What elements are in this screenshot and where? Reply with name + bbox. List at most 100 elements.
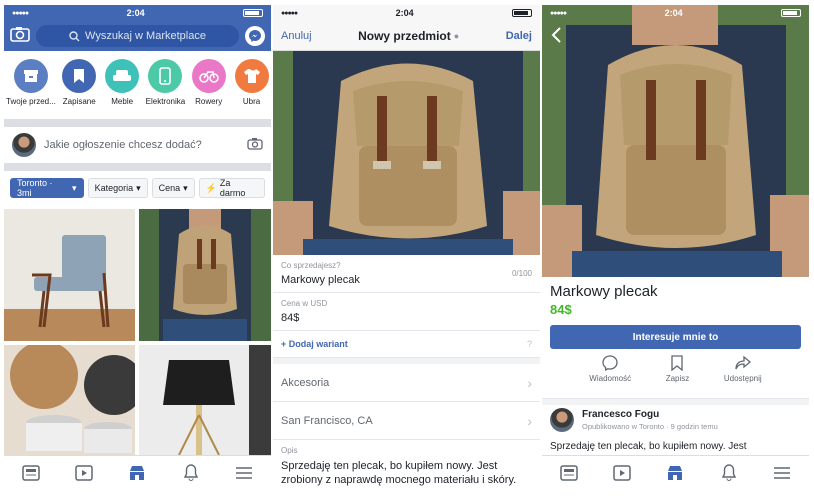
- listing-tile-chair[interactable]: [4, 209, 135, 341]
- item-detail-screen: ●●●●● 2:04 Markowy plecak 84$ Interesuje…: [542, 5, 809, 489]
- notifications-icon[interactable]: [717, 461, 741, 485]
- location-filter[interactable]: Toronto · 3mi ▾: [10, 178, 84, 198]
- signal-indicator: ●●●●●: [550, 9, 567, 17]
- description-field[interactable]: Opis Sprzedaję ten plecak, bo kupiłem no…: [273, 440, 540, 489]
- news-feed-icon[interactable]: [19, 461, 43, 485]
- chevron-right-icon: ›: [527, 412, 532, 429]
- messenger-icon[interactable]: [245, 26, 265, 46]
- compose-prompt: Jakie ogłoszenie chcesz dodać?: [44, 139, 202, 151]
- help-icon[interactable]: ?: [527, 339, 532, 349]
- listing-tile-lamp[interactable]: [139, 345, 271, 455]
- seller-meta: Opublikowano w Toronto · 9 godzin temu: [582, 422, 718, 431]
- marketplace-icon[interactable]: [663, 461, 687, 485]
- listing-tile-backpack[interactable]: [139, 209, 271, 341]
- filter-bar: Toronto · 3mi ▾ Kategoria ▾ Cena ▾ ⚡ Za darm…: [4, 171, 271, 205]
- char-counter: 0/100: [511, 269, 532, 278]
- search-icon: [69, 30, 80, 41]
- interested-button[interactable]: Interesuje mnie to: [550, 325, 801, 349]
- chair-image: [4, 209, 135, 341]
- category-item[interactable]: Ubra: [232, 59, 271, 119]
- location-row[interactable]: San Francisco, CA ›: [273, 402, 540, 440]
- compose-bar[interactable]: Jakie ogłoszenie chcesz dodać?: [4, 127, 271, 163]
- clock: 2:04: [395, 8, 414, 18]
- bookmark-icon: [671, 355, 684, 371]
- camera-icon[interactable]: [10, 26, 30, 47]
- category-label: Twoje przed...: [6, 97, 56, 106]
- category-label: Meble: [111, 97, 134, 106]
- price-field[interactable]: Cena w USD 84$: [273, 293, 540, 331]
- category-item[interactable]: Zapisane: [60, 59, 99, 119]
- cancel-button[interactable]: Anuluj: [281, 30, 312, 42]
- bike-icon: [191, 59, 226, 93]
- category-strip: Twoje przed... Zapisane Meble Elektronik…: [4, 51, 271, 119]
- item-photo[interactable]: ●●●●● 2:04: [542, 5, 809, 277]
- location-value: San Francisco, CA: [281, 414, 373, 427]
- battery-icon: [512, 9, 532, 17]
- divider: [542, 399, 809, 405]
- camera-icon[interactable]: [247, 137, 263, 153]
- category-item[interactable]: Elektronika: [145, 59, 186, 119]
- location-filter-label: Toronto · 3mi: [17, 178, 53, 198]
- item-description: Sprzedaję ten plecak, bo kupiłem nowy. J…: [550, 441, 747, 452]
- description-value: Sprzedaję ten plecak, bo kupiłem nowy. J…: [281, 460, 517, 486]
- listing-tile-pots[interactable]: [4, 345, 135, 455]
- category-item[interactable]: Twoje przed...: [6, 59, 56, 119]
- item-photo[interactable]: [273, 51, 540, 255]
- chevron-down-icon: ▾: [136, 182, 141, 193]
- category-item[interactable]: Meble: [103, 59, 142, 119]
- category-value: Akcesoria: [281, 376, 330, 389]
- video-icon[interactable]: [72, 461, 96, 485]
- new-item-screen: ●●●●● 2:04 Anuluj Nowy przedmiot ● Dalej …: [273, 5, 540, 489]
- chevron-down-icon: ▾: [183, 182, 188, 193]
- item-form: Co sprzedajesz? Markowy plecak 0/100 Cen…: [273, 255, 540, 489]
- category-label: Ubra: [242, 97, 261, 106]
- save-action[interactable]: Zapisz: [666, 355, 689, 398]
- seller-avatar[interactable]: [550, 408, 574, 432]
- seller-row[interactable]: Francesco Fogu Opublikowano w Toronto · …: [550, 408, 718, 432]
- video-icon[interactable]: [610, 461, 634, 485]
- menu-icon[interactable]: [770, 461, 794, 485]
- add-variant-button[interactable]: + Dodaj wariant: [281, 339, 348, 349]
- share-icon: [735, 355, 751, 370]
- add-variant-row[interactable]: + Dodaj wariant ?: [273, 331, 540, 358]
- next-button[interactable]: Dalej: [506, 30, 532, 42]
- item-title: Markowy plecak: [550, 283, 658, 300]
- divider: [4, 119, 271, 127]
- bookmark-icon: [62, 59, 97, 93]
- menu-icon[interactable]: [232, 461, 256, 485]
- back-icon[interactable]: [550, 27, 562, 48]
- share-action[interactable]: Udostępnij: [724, 355, 762, 398]
- news-feed-icon[interactable]: [557, 461, 581, 485]
- notifications-icon[interactable]: [179, 461, 203, 485]
- price-filter[interactable]: Cena ▾: [151, 178, 195, 198]
- item-price: 84$: [550, 302, 572, 317]
- marketplace-icon[interactable]: [125, 461, 149, 485]
- signal-indicator: ●●●●●: [12, 9, 29, 17]
- category-filter[interactable]: Kategoria ▾: [87, 178, 148, 198]
- messenger-icon: [602, 355, 618, 371]
- battery-icon: [781, 9, 801, 17]
- divider: [4, 163, 271, 171]
- pots-image: [4, 345, 135, 455]
- title-field[interactable]: Co sprzedajesz? Markowy plecak 0/100: [273, 255, 540, 293]
- title-field-label: Co sprzedajesz?: [281, 261, 341, 270]
- lightning-icon: ⚡: [205, 182, 217, 193]
- search-placeholder: Wyszukaj w Marketplace: [85, 30, 206, 42]
- backpack-image: [139, 209, 271, 341]
- phone-icon: [148, 59, 183, 93]
- action-row: Wiadomość Zapisz Udostępnij: [542, 355, 809, 399]
- search-input[interactable]: Wyszukaj w Marketplace: [36, 25, 239, 47]
- signal-indicator: ●●●●●: [281, 9, 298, 17]
- nav-bar: Anuluj Nowy przedmiot ● Dalej: [273, 21, 540, 51]
- free-filter[interactable]: ⚡ Za darmo: [198, 178, 265, 198]
- category-item[interactable]: Rowery: [189, 59, 228, 119]
- seller-name[interactable]: Francesco Fogu: [582, 409, 718, 420]
- message-action[interactable]: Wiadomość: [589, 355, 631, 398]
- marketplace-home-screen: ●●●●● 2:04 Wyszukaj w Marketplace Twoje …: [4, 5, 271, 489]
- backpack-photo: [273, 51, 540, 255]
- category-label: Elektronika: [145, 97, 186, 106]
- category-row[interactable]: Akcesoria ›: [273, 364, 540, 402]
- tab-bar: [542, 455, 809, 489]
- clock: 2:04: [126, 8, 145, 18]
- price-filter-label: Cena: [158, 183, 181, 193]
